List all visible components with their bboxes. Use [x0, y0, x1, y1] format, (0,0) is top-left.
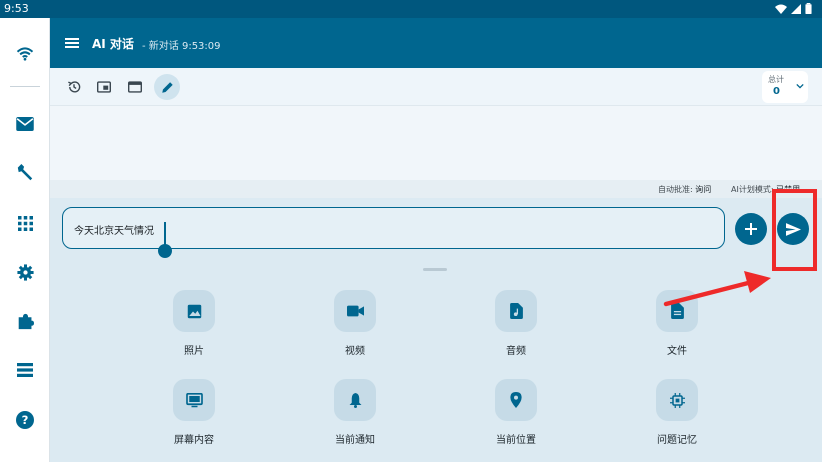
- total-value: 0: [773, 86, 780, 97]
- plan-mode-label: AI计划模式:: [731, 185, 774, 194]
- navigation-rail: ?: [0, 18, 50, 462]
- notification-bell-icon: [349, 392, 361, 408]
- mail-icon[interactable]: [9, 108, 41, 140]
- attachment-label: 音频: [506, 346, 526, 357]
- wrench-icon[interactable]: [9, 157, 41, 189]
- attachment-screen-content[interactable]: 屏幕内容: [154, 379, 234, 446]
- text-selection-handle[interactable]: [158, 244, 172, 258]
- wifi-status-icon: [775, 4, 787, 14]
- video-icon: [346, 305, 364, 317]
- wifi-icon[interactable]: [9, 38, 41, 70]
- conversation-subtitle: - 新对话 9:53:09: [142, 41, 221, 52]
- chat-settings-strip: 自动批准: 询问 AI计划模式: 已禁用: [50, 180, 822, 198]
- location-pin-icon: [510, 392, 522, 408]
- screen-content-icon: [185, 392, 203, 407]
- chevron-down-icon: [796, 83, 804, 89]
- svg-text:?: ?: [22, 413, 29, 427]
- status-bar: 9:53: [0, 0, 822, 18]
- text-caret: [164, 222, 166, 246]
- total-label: 总计: [768, 75, 784, 84]
- attachment-label: 问题记忆: [657, 435, 697, 446]
- settings-gear-icon[interactable]: [9, 256, 41, 288]
- list-storage-icon[interactable]: [9, 354, 41, 386]
- attachment-label: 文件: [667, 346, 687, 357]
- total-counter[interactable]: 总计 0: [762, 71, 808, 103]
- attachment-label: 当前位置: [496, 435, 536, 446]
- attachment-label: 视频: [345, 346, 365, 357]
- picture-in-picture-icon[interactable]: [91, 74, 117, 100]
- attachment-photo[interactable]: 照片: [154, 290, 234, 357]
- help-icon[interactable]: ?: [9, 404, 41, 436]
- message-input-text: 今天北京天气情况: [74, 226, 154, 237]
- message-input[interactable]: 今天北京天气情况: [62, 207, 725, 258]
- auto-approve-value: 询问: [695, 185, 712, 194]
- status-time: 9:53: [4, 2, 29, 15]
- memory-chip-icon: [669, 392, 685, 408]
- attachment-current-notification[interactable]: 当前通知: [315, 379, 395, 446]
- battery-icon: [805, 3, 812, 14]
- attachment-problem-memory[interactable]: 问题记忆: [637, 379, 717, 446]
- audio-file-icon: [509, 303, 523, 319]
- highlight-box-annotation: [772, 189, 817, 271]
- puzzle-extension-icon[interactable]: [9, 305, 41, 337]
- menu-icon[interactable]: [62, 33, 82, 53]
- history-icon[interactable]: [61, 74, 87, 100]
- status-icons: [775, 3, 812, 14]
- app-bar: AI 对话 - 新对话 9:53:09: [50, 18, 822, 68]
- add-attachment-button[interactable]: [735, 213, 767, 245]
- composer-panel: 今天北京天气情况 照片 视频 音频 文件 屏幕内容 当前通知 当前位置 问题记忆: [50, 198, 822, 462]
- sheet-drag-handle[interactable]: [423, 268, 447, 271]
- chat-toolbar: 总计 0: [50, 68, 822, 106]
- signal-icon: [791, 3, 801, 14]
- apps-grid-icon[interactable]: [9, 207, 41, 239]
- attachment-label: 照片: [184, 346, 204, 357]
- attachment-label: 屏幕内容: [174, 435, 214, 446]
- page-title: AI 对话: [92, 37, 134, 51]
- attachment-video[interactable]: 视频: [315, 290, 395, 357]
- arrow-annotation-icon: [663, 271, 771, 307]
- rail-divider: [10, 86, 40, 87]
- auto-approve-setting[interactable]: 自动批准: 询问: [658, 184, 711, 195]
- attachment-current-location[interactable]: 当前位置: [476, 379, 556, 446]
- attachment-audio[interactable]: 音频: [476, 290, 556, 357]
- edit-pencil-icon[interactable]: [154, 74, 180, 100]
- attachment-label: 当前通知: [335, 435, 375, 446]
- auto-approve-label: 自动批准:: [658, 185, 693, 194]
- window-icon[interactable]: [122, 74, 148, 100]
- conversation-area: [50, 106, 822, 180]
- plus-icon: [745, 223, 757, 235]
- image-icon: [187, 304, 201, 318]
